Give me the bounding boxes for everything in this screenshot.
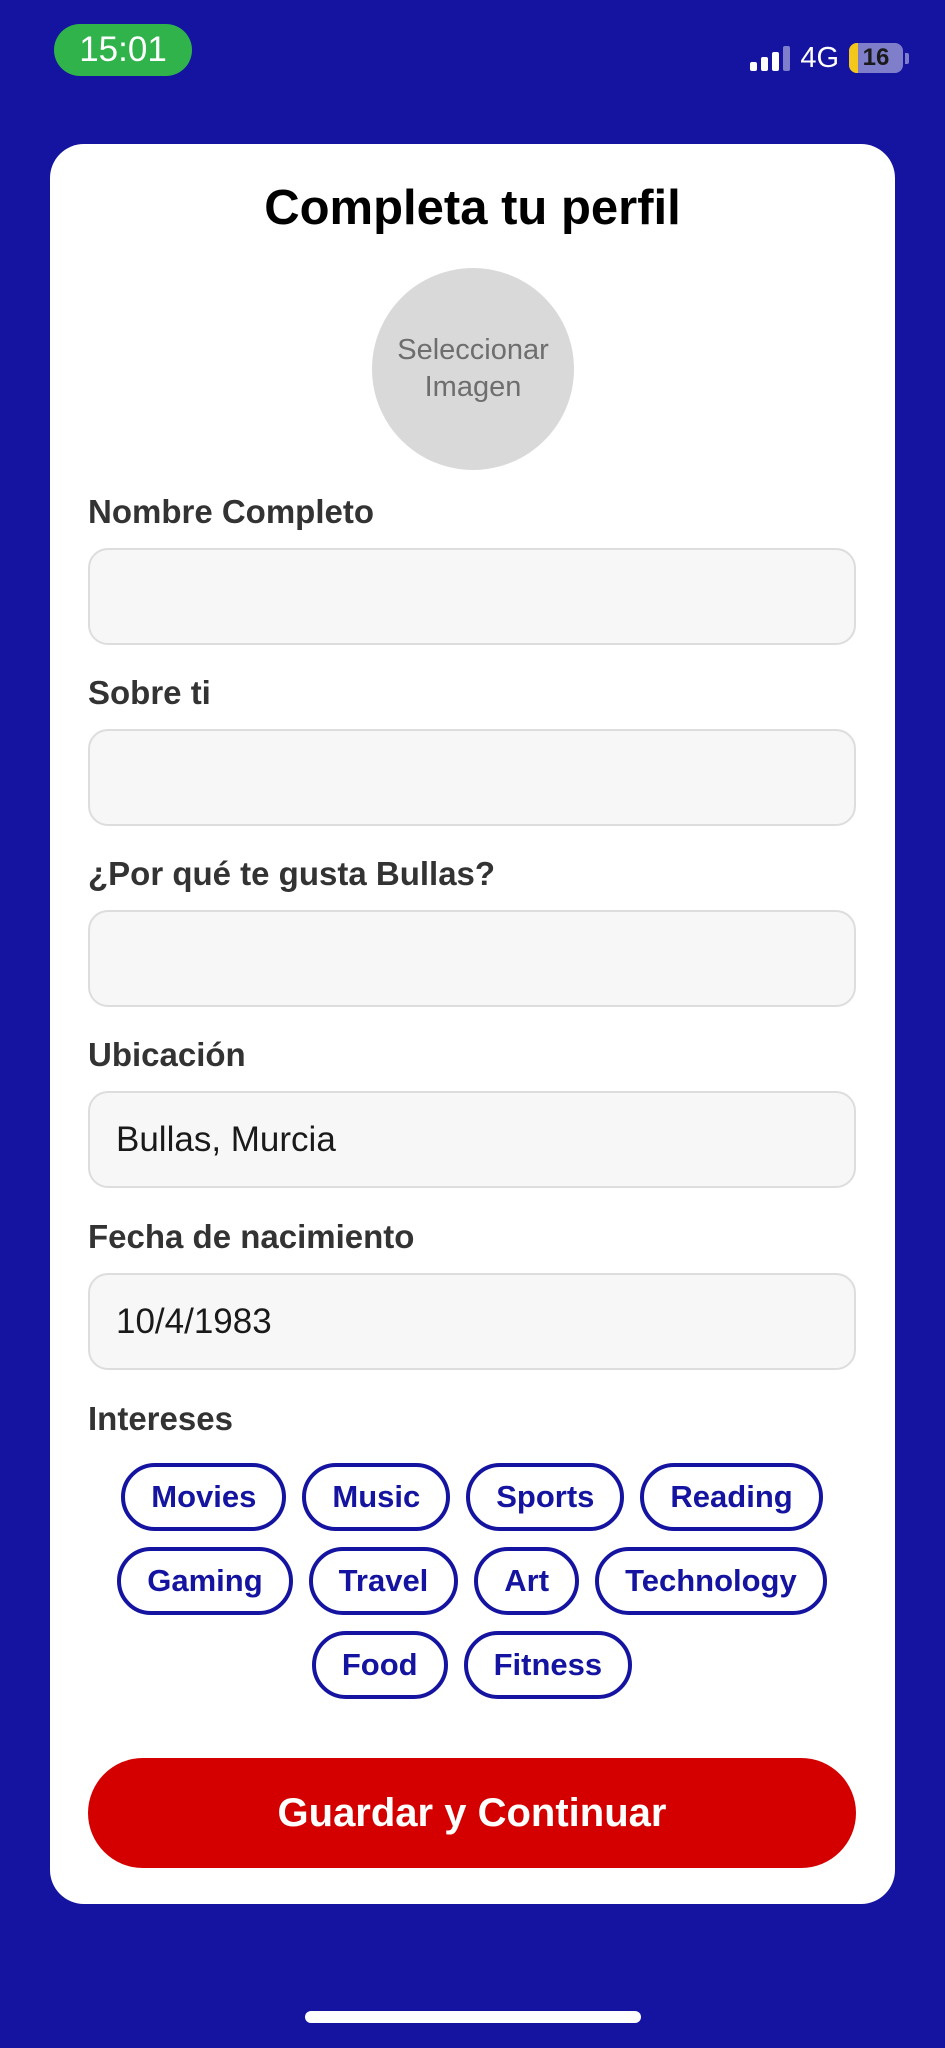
interests-label: Intereses xyxy=(88,1400,233,1437)
full-name-input[interactable] xyxy=(88,548,856,645)
page-title: Completa tu perfil xyxy=(264,181,681,235)
status-indicators: 4G 16 xyxy=(750,40,909,76)
interest-chip-sports[interactable]: Sports xyxy=(466,1463,625,1531)
interest-chip-music[interactable]: Music xyxy=(302,1463,451,1531)
interest-chip-reading[interactable]: Reading xyxy=(640,1463,823,1531)
interest-chip-movies[interactable]: Movies xyxy=(121,1463,287,1531)
battery-level: 16 xyxy=(862,44,890,71)
birthdate-label: Fecha de nacimiento xyxy=(88,1218,415,1255)
interests-row-3: Food Fitness xyxy=(88,1631,856,1699)
birthdate-input[interactable]: 10/4/1983 xyxy=(88,1273,856,1370)
interest-chip-fitness[interactable]: Fitness xyxy=(463,1631,633,1699)
avatar-picker[interactable]: Seleccionar Imagen xyxy=(372,268,574,470)
status-time: 15:01 xyxy=(54,24,192,76)
battery-icon: 16 xyxy=(849,43,909,73)
signal-icon xyxy=(750,45,791,71)
interest-chip-travel[interactable]: Travel xyxy=(308,1547,459,1615)
interests-row-1: Movies Music Sports Reading xyxy=(88,1463,856,1531)
interest-chip-gaming[interactable]: Gaming xyxy=(117,1547,293,1615)
interest-chip-technology[interactable]: Technology xyxy=(595,1547,827,1615)
why-bullas-label: ¿Por qué te gusta Bullas? xyxy=(88,855,496,892)
location-label: Ubicación xyxy=(88,1036,246,1073)
about-label: Sobre ti xyxy=(88,674,211,711)
interest-chip-art[interactable]: Art xyxy=(474,1547,580,1615)
about-input[interactable] xyxy=(88,729,856,826)
full-name-label: Nombre Completo xyxy=(88,493,375,530)
profile-card: Completa tu perfil Seleccionar Imagen No… xyxy=(50,144,895,1904)
interests-row-2: Gaming Travel Art Technology xyxy=(88,1547,856,1615)
avatar-placeholder-text: Seleccionar Imagen xyxy=(397,334,549,403)
save-continue-button[interactable]: Guardar y Continuar xyxy=(88,1758,856,1868)
why-bullas-input[interactable] xyxy=(88,910,856,1007)
network-type: 4G xyxy=(800,41,839,74)
home-indicator[interactable] xyxy=(305,2011,641,2023)
interest-chip-food[interactable]: Food xyxy=(311,1631,448,1699)
location-input[interactable]: Bullas, Murcia xyxy=(88,1091,856,1188)
